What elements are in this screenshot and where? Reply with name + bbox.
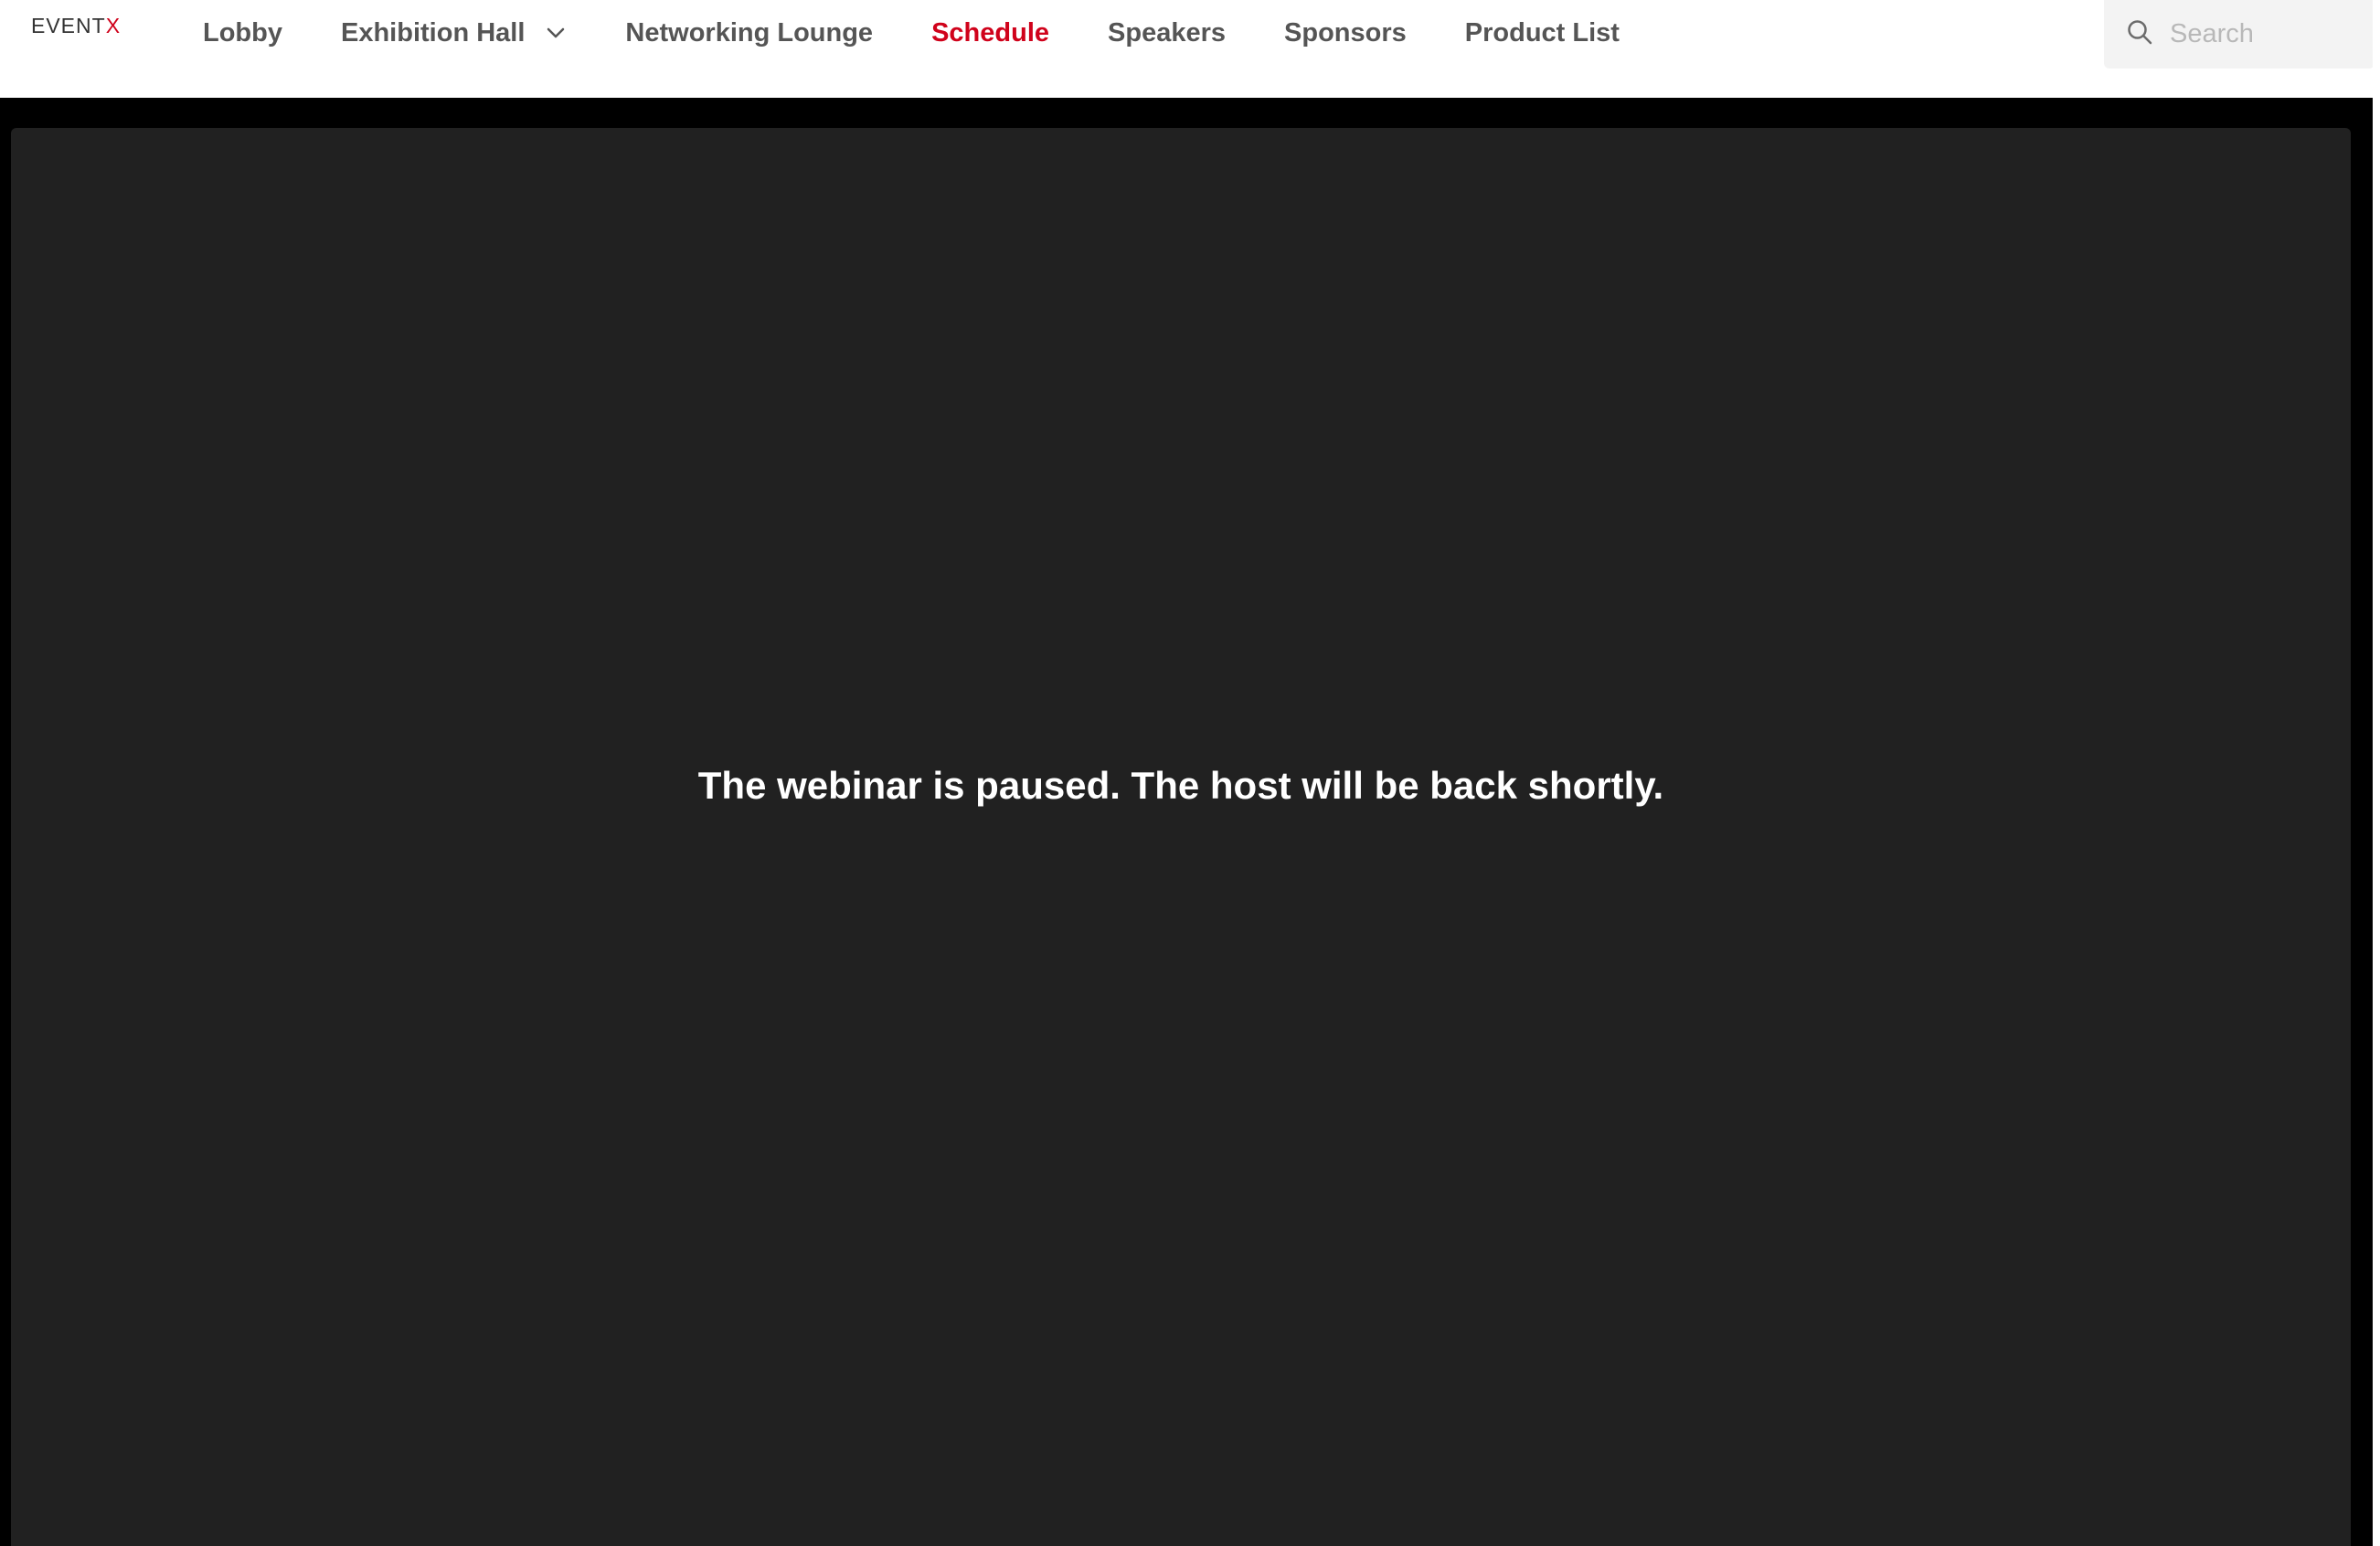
logo-accent: X bbox=[105, 13, 122, 37]
nav-item-label: Exhibition Hall bbox=[341, 17, 526, 48]
nav-item-label: Speakers bbox=[1108, 17, 1227, 48]
nav-item-schedule[interactable]: Schedule bbox=[902, 18, 1078, 48]
nav-item-label: Product List bbox=[1464, 17, 1620, 48]
chevron-down-icon bbox=[545, 22, 567, 44]
nav-item-label: Sponsors bbox=[1284, 17, 1407, 48]
nav-item-lobby[interactable]: Lobby bbox=[174, 18, 312, 48]
eventx-logo[interactable]: EVENT X bbox=[31, 13, 121, 38]
search-input[interactable] bbox=[2168, 18, 2373, 50]
nav-item-label: Lobby bbox=[203, 17, 282, 48]
page-edge bbox=[2373, 0, 2380, 1546]
nav-item-networking-lounge[interactable]: Networking Lounge bbox=[596, 18, 902, 48]
webinar-paused-message: The webinar is paused. The host will be … bbox=[697, 764, 1664, 807]
nav-item-product-list[interactable]: Product List bbox=[1436, 18, 1649, 48]
top-navbar: EVENT X Lobby Exhibition Hall Networking … bbox=[0, 0, 2380, 98]
main-nav: Lobby Exhibition Hall Networking Lounge … bbox=[174, 0, 1649, 66]
nav-item-sponsors[interactable]: Sponsors bbox=[1255, 18, 1436, 48]
nav-item-label: Networking Lounge bbox=[625, 17, 874, 48]
webinar-stage: The webinar is paused. The host will be … bbox=[11, 128, 2351, 1546]
nav-item-exhibition-hall[interactable]: Exhibition Hall bbox=[312, 18, 596, 48]
nav-item-speakers[interactable]: Speakers bbox=[1078, 18, 1255, 48]
nav-item-label: Schedule bbox=[931, 17, 1050, 48]
search-icon bbox=[2126, 18, 2153, 50]
logo-text: EVENT bbox=[31, 13, 106, 37]
search-box[interactable] bbox=[2104, 0, 2375, 69]
